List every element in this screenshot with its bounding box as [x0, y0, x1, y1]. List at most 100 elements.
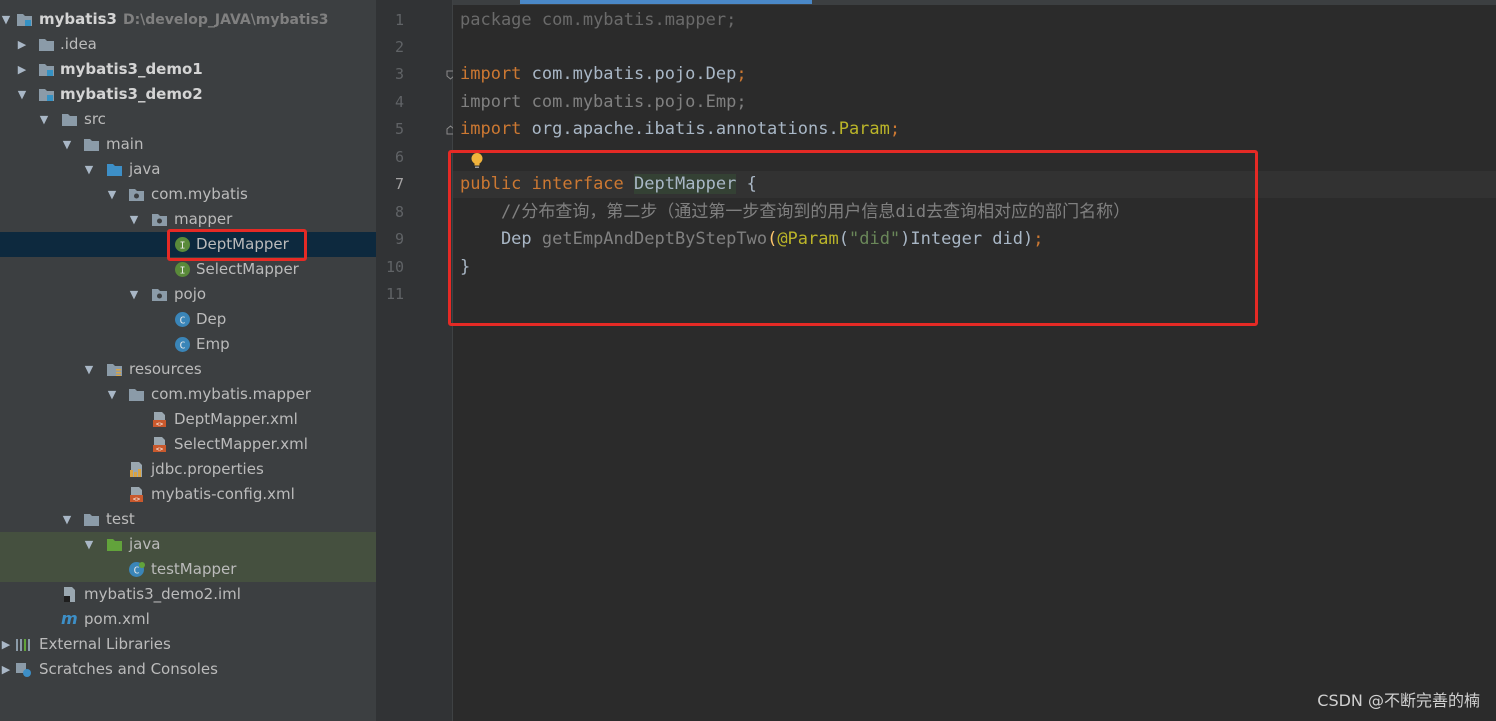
- tree-item-label: mybatis3_demo2: [60, 85, 203, 103]
- chevron-down-icon[interactable]: ▼: [106, 382, 118, 407]
- test-source-folder-icon: [107, 539, 122, 551]
- chevron-down-icon[interactable]: ▼: [38, 107, 50, 132]
- line-number: 5: [394, 120, 404, 138]
- tree-item-label: SelectMapper.xml: [174, 435, 308, 453]
- tree-item-pom[interactable]: m pom.xml: [0, 607, 376, 632]
- chevron-down-icon[interactable]: ▼: [61, 507, 73, 532]
- tree-item-label: Emp: [196, 335, 230, 353]
- tree-item-mybatis3-demo2[interactable]: ▼ mybatis3_demo2: [0, 82, 376, 107]
- package-icon: [129, 189, 144, 201]
- tree-item-resources[interactable]: ▼ resources: [0, 357, 376, 382]
- tree-item-test-java[interactable]: ▼ java: [0, 532, 376, 557]
- tree-item-mybatis-config-xml[interactable]: <> mybatis-config.xml: [0, 482, 376, 507]
- chevron-down-icon[interactable]: ▼: [106, 182, 118, 207]
- line-number: 11: [385, 285, 404, 303]
- chevron-down-icon[interactable]: ▼: [16, 82, 28, 107]
- code-line-1: package com.mybatis.mapper;: [460, 7, 736, 34]
- tree-item-selectmapper-xml[interactable]: <> SelectMapper.xml: [0, 432, 376, 457]
- tree-item-test[interactable]: ▼ test: [0, 507, 376, 532]
- tree-item-jdbc-properties[interactable]: jdbc.properties: [0, 457, 376, 482]
- svg-text:<>: <>: [156, 446, 164, 453]
- tree-item-label: main: [106, 135, 144, 153]
- chevron-right-icon[interactable]: ▶: [0, 657, 12, 682]
- code-editor[interactable]: package com.mybatis.mapper; import com.m…: [453, 0, 1496, 721]
- tree-item-label: testMapper: [151, 560, 237, 578]
- package-name: com.mybatis.mapper: [531, 10, 727, 30]
- source-folder-icon: [107, 164, 122, 176]
- svg-text:C: C: [133, 566, 139, 577]
- import-path: org.apache.ibatis.annotations.: [521, 119, 839, 139]
- tree-item-src[interactable]: ▼ src: [0, 107, 376, 132]
- tree-item-label: Scratches and Consoles: [39, 660, 218, 678]
- line-number: 3: [394, 65, 404, 83]
- editor-gutter: 1 2 3 4 5 6 7 8 9 10 11: [376, 0, 453, 721]
- svg-text:C: C: [179, 316, 185, 327]
- code-line-5: import org.apache.ibatis.annotations.Par…: [460, 116, 900, 143]
- class-icon: C: [175, 312, 190, 327]
- import-path: com.mybatis.pojo.Dep: [521, 64, 737, 84]
- keyword: package: [460, 10, 532, 30]
- tree-item-label: External Libraries: [39, 635, 171, 653]
- semicolon: ;: [726, 10, 737, 30]
- tree-item-label: DeptMapper.xml: [174, 410, 298, 428]
- code-line-3: import com.mybatis.pojo.Dep;: [460, 61, 747, 88]
- chevron-down-icon[interactable]: ▼: [0, 7, 12, 32]
- semicolon: ;: [889, 119, 901, 139]
- tree-item-label: pojo: [174, 285, 207, 303]
- line-number: 6: [394, 148, 404, 166]
- tree-item-scratches[interactable]: ▶ Scratches and Consoles: [0, 657, 376, 682]
- class-icon: C: [175, 337, 190, 352]
- tree-root-label: mybatis3 D:\develop_JAVA\mybatis3: [39, 10, 329, 28]
- line-number: 4: [394, 93, 404, 111]
- tree-item-label: java: [129, 160, 161, 178]
- tree-item-main[interactable]: ▼ main: [0, 132, 376, 157]
- libraries-icon: [16, 639, 30, 651]
- chevron-right-icon[interactable]: ▶: [16, 57, 28, 82]
- tree-root-mybatis3[interactable]: ▼ mybatis3 D:\develop_JAVA\mybatis3: [0, 7, 376, 32]
- scratches-icon: [16, 663, 31, 677]
- tree-item-dep[interactable]: C Dep: [0, 307, 376, 332]
- tree-item-label: mybatis3_demo2.iml: [84, 585, 241, 603]
- chevron-down-icon[interactable]: ▼: [83, 357, 95, 382]
- keyword: import: [460, 119, 522, 139]
- semicolon: ;: [736, 64, 747, 84]
- iml-file-icon: [64, 587, 75, 602]
- code-line-4: import com.mybatis.pojo.Emp;: [460, 92, 747, 112]
- folder-icon: [84, 514, 99, 526]
- module-folder-icon: [39, 89, 54, 101]
- chevron-down-icon[interactable]: ▼: [83, 157, 95, 182]
- line-number-current: 7: [394, 175, 404, 193]
- folder-icon: [129, 389, 144, 401]
- active-tab-indicator: [520, 0, 812, 4]
- annotation-type: Param: [838, 119, 890, 139]
- tree-item-label: com.mybatis.mapper: [151, 385, 311, 403]
- tree-item-java[interactable]: ▼ java: [0, 157, 376, 182]
- tree-item-emp[interactable]: C Emp: [0, 332, 376, 357]
- package-icon: [152, 289, 167, 301]
- chevron-down-icon[interactable]: ▼: [61, 132, 73, 157]
- package-icon: [152, 214, 167, 226]
- chevron-down-icon[interactable]: ▼: [128, 282, 140, 307]
- chevron-down-icon[interactable]: ▼: [83, 532, 95, 557]
- tree-item-com-mybatis[interactable]: ▼ com.mybatis: [0, 182, 376, 207]
- folder-icon: [39, 39, 54, 51]
- tree-item-label: com.mybatis: [151, 185, 248, 203]
- highlight-box-code: [448, 150, 1258, 326]
- tree-item-testmapper[interactable]: C testMapper: [0, 557, 376, 582]
- tree-item-idea[interactable]: ▶ .idea: [0, 32, 376, 57]
- chevron-down-icon[interactable]: ▼: [128, 207, 140, 232]
- tree-item-label: src: [84, 110, 106, 128]
- tree-item-iml[interactable]: mybatis3_demo2.iml: [0, 582, 376, 607]
- line-number: 2: [394, 38, 404, 56]
- tree-item-mybatis3-demo1[interactable]: ▶ mybatis3_demo1: [0, 57, 376, 82]
- chevron-right-icon[interactable]: ▶: [16, 32, 28, 57]
- tree-item-deptmapper-xml[interactable]: <> DeptMapper.xml: [0, 407, 376, 432]
- watermark: CSDN @不断完善的楠: [1317, 691, 1480, 710]
- tree-item-com-mybatis-mapper[interactable]: ▼ com.mybatis.mapper: [0, 382, 376, 407]
- tree-item-label: .idea: [60, 35, 97, 53]
- tree-item-pojo[interactable]: ▼ pojo: [0, 282, 376, 307]
- highlight-box-deptmapper: [167, 229, 307, 261]
- tree-item-external-libraries[interactable]: ▶ External Libraries: [0, 632, 376, 657]
- svg-text:C: C: [179, 341, 185, 352]
- chevron-right-icon[interactable]: ▶: [0, 632, 12, 657]
